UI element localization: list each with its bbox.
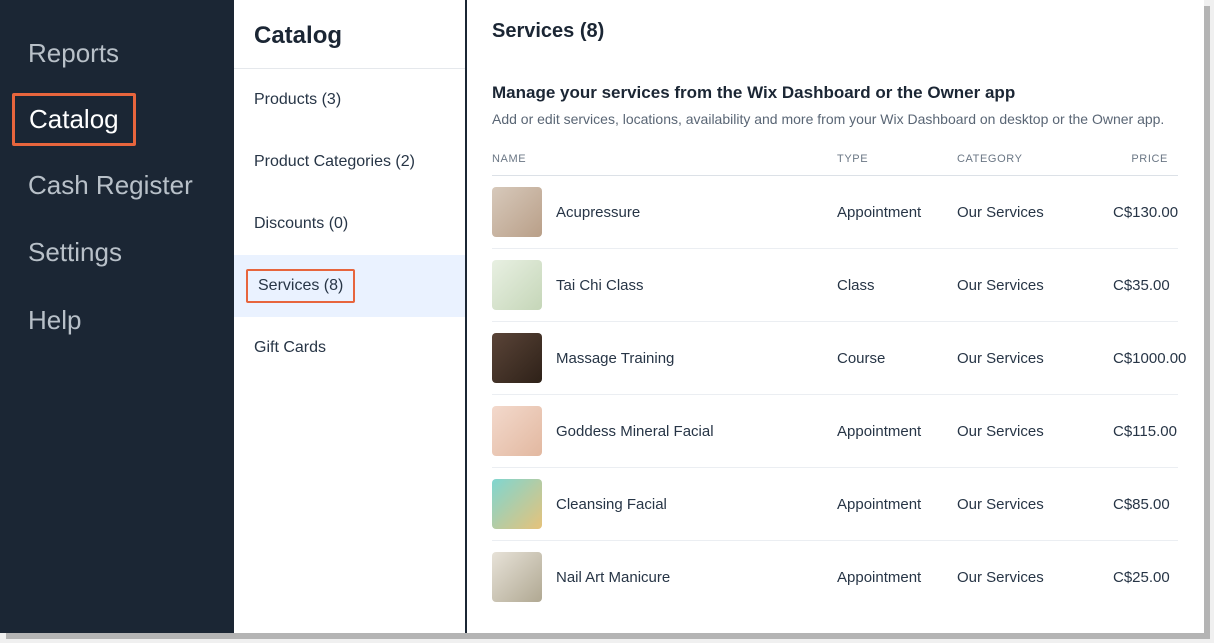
table-row[interactable]: Cleansing Facial Appointment Our Service… — [492, 468, 1178, 541]
service-type: Course — [837, 350, 957, 367]
service-type: Appointment — [837, 204, 957, 221]
sub-highlight: Services (8) — [246, 269, 355, 303]
service-name: Massage Training — [556, 350, 674, 367]
table-body: Acupressure Appointment Our Services C$1… — [492, 176, 1178, 613]
nav-item-help[interactable]: Help — [0, 287, 234, 354]
nav-label: Help — [28, 305, 81, 335]
secondary-title: Catalog — [234, 0, 465, 69]
service-type: Appointment — [837, 496, 957, 513]
service-category: Our Services — [957, 204, 1113, 221]
sub-label: Products (3) — [254, 91, 341, 108]
service-thumbnail — [492, 260, 542, 310]
service-name: Acupressure — [556, 204, 640, 221]
sub-item-products[interactable]: Products (3) — [234, 69, 465, 131]
service-thumbnail — [492, 333, 542, 383]
col-header-name: NAME — [492, 153, 837, 165]
nav-label: Cash Register — [28, 170, 193, 200]
service-thumbnail — [492, 479, 542, 529]
table-row[interactable]: Massage Training Course Our Services C$1… — [492, 322, 1178, 395]
secondary-sidebar: Catalog Products (3) Product Categories … — [234, 0, 466, 633]
service-type: Appointment — [837, 423, 957, 440]
service-category: Our Services — [957, 277, 1113, 294]
sub-label: Discounts (0) — [254, 215, 348, 232]
service-category: Our Services — [957, 569, 1113, 586]
app-window: Reports Catalog Cash Register Settings H… — [0, 0, 1204, 633]
service-price: C$115.00 — [1113, 423, 1187, 440]
service-category: Our Services — [957, 496, 1113, 513]
nav-label: Catalog — [29, 104, 119, 134]
service-price: C$1000.00 — [1113, 350, 1196, 367]
main-content: Services (8) Manage your services from t… — [466, 0, 1204, 633]
col-header-category: CATEGORY — [957, 153, 1113, 165]
table-row[interactable]: Goddess Mineral Facial Appointment Our S… — [492, 395, 1178, 468]
table-row[interactable]: Acupressure Appointment Our Services C$1… — [492, 176, 1178, 249]
service-type: Appointment — [837, 569, 957, 586]
primary-sidebar: Reports Catalog Cash Register Settings H… — [0, 0, 234, 633]
col-header-price: PRICE — [1113, 153, 1178, 165]
page-title: Services (8) — [492, 20, 1178, 43]
sub-item-gift-cards[interactable]: Gift Cards — [234, 317, 465, 379]
table-row[interactable]: Tai Chi Class Class Our Services C$35.00 — [492, 249, 1178, 322]
service-name: Goddess Mineral Facial — [556, 423, 714, 440]
service-price: C$35.00 — [1113, 277, 1180, 294]
sub-label: Gift Cards — [254, 339, 326, 356]
nav-item-cash-register[interactable]: Cash Register — [0, 152, 234, 219]
service-thumbnail — [492, 187, 542, 237]
sub-item-discounts[interactable]: Discounts (0) — [234, 193, 465, 255]
service-thumbnail — [492, 552, 542, 602]
service-category: Our Services — [957, 423, 1113, 440]
section-subtext: Add or edit services, locations, availab… — [492, 111, 1178, 127]
table-row[interactable]: Nail Art Manicure Appointment Our Servic… — [492, 541, 1178, 613]
nav-highlight: Catalog — [12, 93, 136, 146]
sub-item-product-categories[interactable]: Product Categories (2) — [234, 131, 465, 193]
nav-label: Reports — [28, 38, 119, 68]
service-category: Our Services — [957, 350, 1113, 367]
section-heading: Manage your services from the Wix Dashbo… — [492, 83, 1178, 103]
sub-item-services[interactable]: Services (8) — [234, 255, 465, 317]
service-name: Tai Chi Class — [556, 277, 644, 294]
service-price: C$25.00 — [1113, 569, 1180, 586]
table-header: NAME TYPE CATEGORY PRICE — [492, 153, 1178, 176]
service-price: C$130.00 — [1113, 204, 1188, 221]
sub-label: Services (8) — [258, 277, 343, 294]
service-name: Nail Art Manicure — [556, 569, 670, 586]
nav-item-reports[interactable]: Reports — [0, 20, 234, 87]
nav-label: Settings — [28, 237, 122, 267]
nav-item-settings[interactable]: Settings — [0, 219, 234, 286]
sub-label: Product Categories (2) — [254, 153, 415, 170]
service-price: C$85.00 — [1113, 496, 1180, 513]
col-header-type: TYPE — [837, 153, 957, 165]
service-type: Class — [837, 277, 957, 294]
nav-item-catalog[interactable]: Catalog — [0, 87, 234, 152]
service-thumbnail — [492, 406, 542, 456]
service-name: Cleansing Facial — [556, 496, 667, 513]
